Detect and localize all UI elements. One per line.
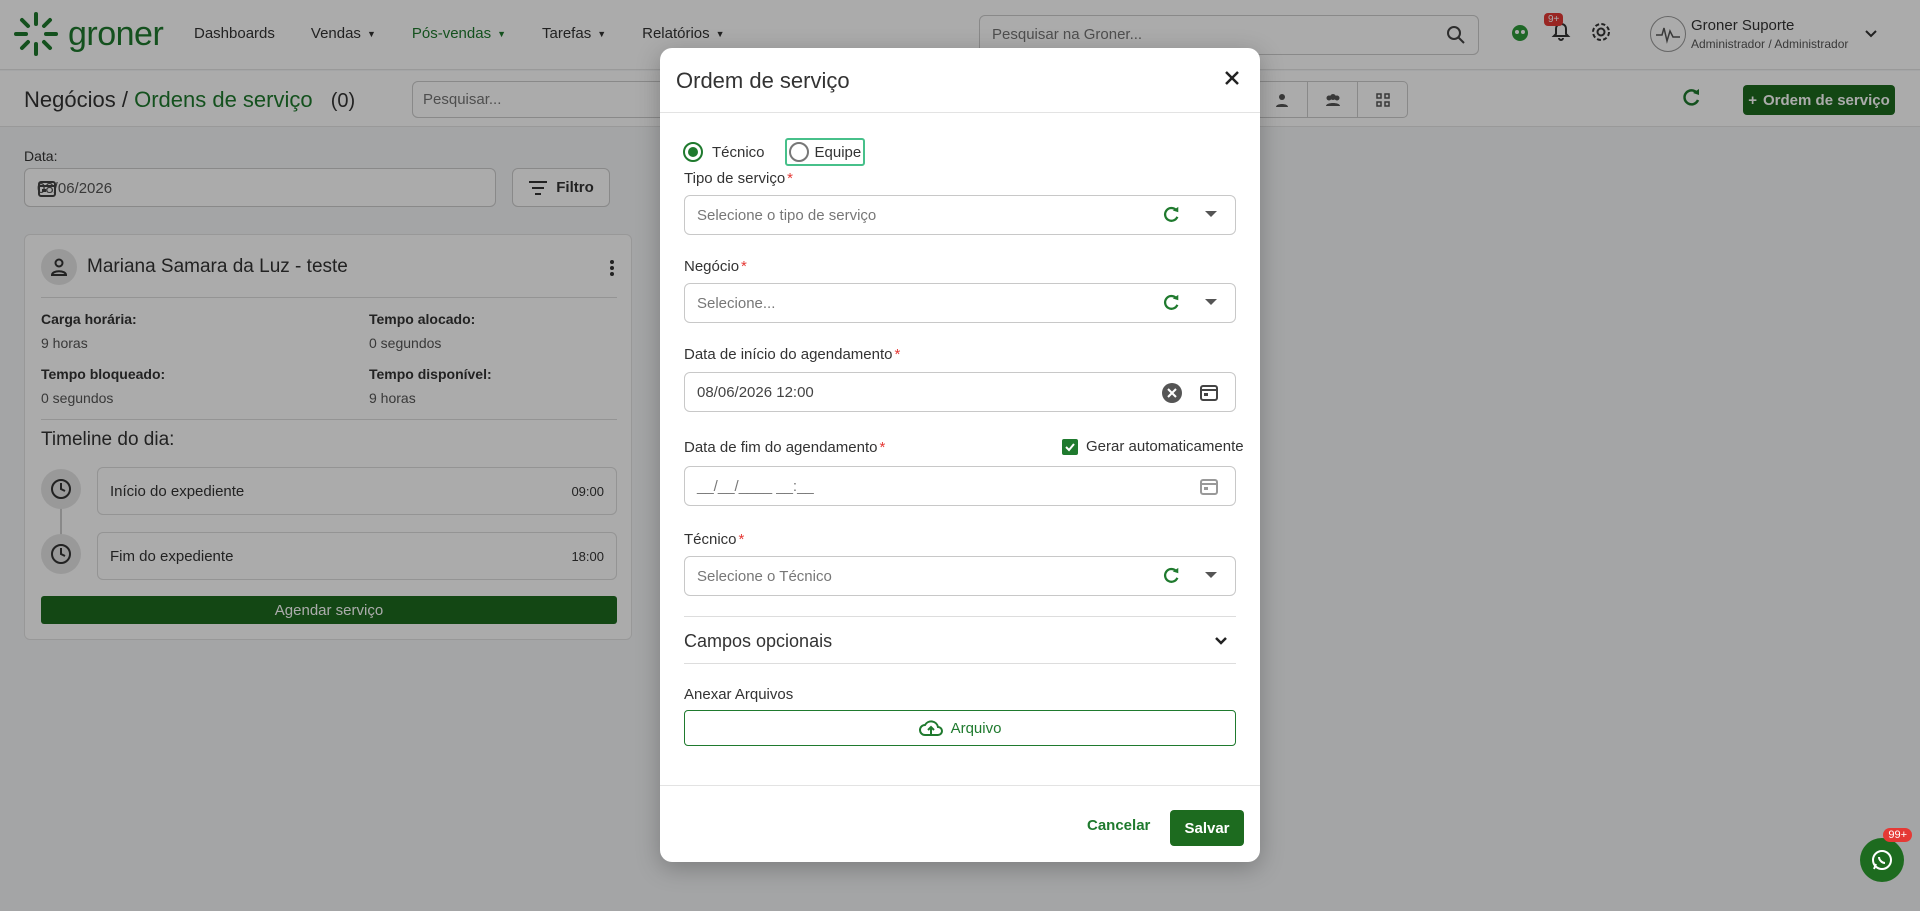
modal-divider [660, 785, 1260, 786]
attach-file-button[interactable]: Arquivo [684, 710, 1236, 746]
required-mark: * [894, 346, 901, 363]
radio-tecnico-label: Técnico [712, 143, 765, 161]
clear-icon[interactable] [1161, 382, 1183, 409]
required-mark: * [741, 258, 747, 275]
whatsapp-icon [1872, 850, 1892, 870]
dropdown-arrow-icon[interactable] [1205, 299, 1217, 305]
dropdown-arrow-icon[interactable] [1205, 572, 1217, 578]
tecnico-placeholder: Selecione o Técnico [697, 568, 832, 585]
tipo-servico-label-text: Tipo de serviço [684, 170, 786, 187]
optional-fields-label: Campos opcionais [684, 631, 833, 651]
optional-fields-accordion[interactable]: Campos opcionais [684, 616, 1236, 664]
assign-type-radio-group: Técnico Equipe [683, 138, 866, 166]
calendar-icon[interactable] [1199, 476, 1219, 501]
save-button[interactable]: Salvar [1170, 810, 1244, 846]
tipo-servico-placeholder: Selecione o tipo de serviço [697, 207, 877, 224]
attach-label: Anexar Arquivos [684, 686, 794, 703]
auto-generate-label: Gerar automaticamente [1086, 438, 1244, 455]
calendar-icon[interactable] [1199, 382, 1219, 407]
service-order-modal: Ordem de serviço Técnico Equipe Tipo de … [660, 48, 1260, 862]
inicio-date-field[interactable]: 08/06/2026 12:00 [684, 372, 1236, 412]
radio-equipe-label: Equipe [814, 143, 862, 161]
negocio-label: Negócio * [684, 258, 747, 275]
modal-title: Ordem de serviço [676, 68, 850, 93]
fim-date-placeholder: __/__/____ __:__ [697, 478, 814, 495]
refresh-icon[interactable] [1161, 205, 1181, 230]
required-mark: * [787, 170, 793, 187]
tipo-servico-label: Tipo de serviço * [684, 170, 793, 187]
close-icon[interactable] [1224, 70, 1240, 91]
radio-tecnico[interactable] [683, 142, 703, 162]
required-mark: * [879, 439, 886, 456]
negocio-select[interactable]: Selecione... [684, 283, 1236, 323]
negocio-placeholder: Selecione... [697, 295, 776, 312]
tecnico-select[interactable]: Selecione o Técnico [684, 556, 1236, 596]
cloud-upload-icon [918, 720, 943, 736]
fim-date-field[interactable]: __/__/____ __:__ [684, 466, 1236, 506]
refresh-icon[interactable] [1161, 293, 1181, 318]
negocio-label-text: Negócio [684, 258, 740, 275]
tecnico-label: Técnico * [684, 531, 744, 548]
cancel-button[interactable]: Cancelar [1087, 817, 1150, 834]
radio-equipe[interactable] [788, 142, 809, 162]
tipo-servico-select[interactable]: Selecione o tipo de serviço [684, 195, 1236, 235]
radio-equipe-wrapper[interactable]: Equipe [784, 138, 866, 166]
inicio-label: Data de início do agendamento * [684, 346, 900, 363]
checkbox-checked[interactable] [1062, 438, 1078, 455]
tecnico-label-text: Técnico [684, 531, 737, 548]
refresh-icon[interactable] [1161, 566, 1181, 591]
chat-badge: 99+ [1883, 828, 1912, 842]
inicio-date-value: 08/06/2026 12:00 [697, 384, 814, 401]
chevron-down-icon [1214, 633, 1228, 651]
fim-label-text: Data de fim do agendamento [684, 439, 878, 456]
fim-label: Data de fim do agendamento * [684, 439, 885, 456]
required-mark: * [738, 531, 745, 548]
dropdown-arrow-icon[interactable] [1205, 211, 1217, 217]
modal-divider [660, 112, 1260, 113]
attach-file-label: Arquivo [950, 719, 1002, 737]
whatsapp-button[interactable]: 99+ [1860, 828, 1912, 882]
inicio-label-text: Data de início do agendamento [684, 346, 893, 363]
auto-generate-checkbox[interactable]: Gerar automaticamente [1062, 438, 1244, 455]
